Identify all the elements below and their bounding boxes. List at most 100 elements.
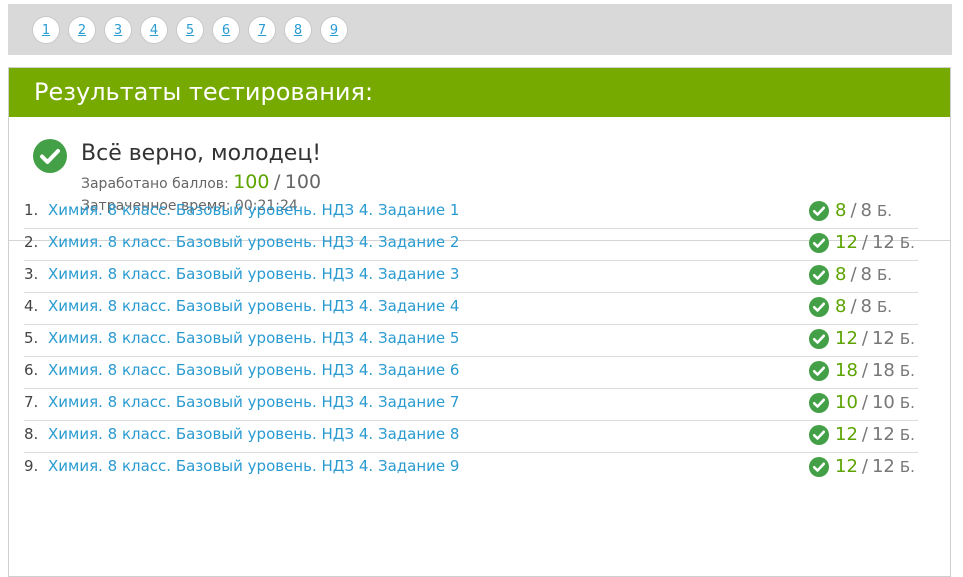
task-link[interactable]: Химия. 8 класс. Базовый уровень. НДЗ 4. … — [48, 297, 459, 315]
task-score-max: 8 — [860, 200, 872, 221]
task-row: 8. Химия. 8 класс. Базовый уровень. НДЗ 4… — [24, 421, 918, 453]
task-number: 1. — [24, 201, 39, 219]
task-row: 7. Химия. 8 класс. Базовый уровень. НДЗ 4… — [24, 389, 918, 421]
task-number: 7. — [24, 393, 39, 411]
check-circle-icon — [809, 456, 829, 477]
task-score-earned: 8 — [835, 200, 847, 221]
task-link[interactable]: Химия. 8 класс. Базовый уровень. НДЗ 4. … — [48, 425, 459, 443]
task-score-earned: 10 — [835, 392, 858, 413]
task-score-earned: 12 — [835, 328, 858, 349]
task-score-separator: / — [861, 424, 868, 445]
score-line: Заработано баллов: 100 / 100 — [81, 171, 321, 193]
task-number: 5. — [24, 329, 39, 347]
task-number: 6. — [24, 361, 39, 379]
task-score-separator: / — [850, 200, 857, 221]
task-score-unit: Б. — [899, 393, 915, 412]
check-circle-icon — [809, 360, 829, 381]
task-score-separator: / — [861, 328, 868, 349]
task-score-separator: / — [850, 264, 857, 285]
check-circle-icon — [809, 392, 829, 413]
task-score: 12/12 Б. — [809, 328, 915, 349]
pagination-list: 1 2 3 4 5 6 7 8 9 — [32, 16, 348, 44]
task-number: 3. — [24, 265, 39, 283]
results-title: Результаты тестирования: — [9, 68, 950, 117]
task-score-max: 12 — [871, 328, 895, 349]
task-score-separator: / — [861, 456, 868, 477]
task-score-max: 12 — [871, 424, 895, 445]
score-separator: / — [273, 171, 281, 193]
task-score-unit: Б. — [899, 425, 915, 444]
task-score-earned: 8 — [835, 296, 847, 317]
task-row: 4. Химия. 8 класс. Базовый уровень. НДЗ 4… — [24, 293, 918, 325]
task-score-unit: Б. — [876, 265, 893, 284]
task-score-separator: / — [850, 296, 857, 317]
task-score-max: 18 — [871, 360, 895, 381]
task-score: 12/12 Б. — [809, 424, 915, 445]
task-link[interactable]: Химия. 8 класс. Базовый уровень. НДЗ 4. … — [48, 361, 459, 379]
task-number: 8. — [24, 425, 39, 443]
pagination-bar: 1 2 3 4 5 6 7 8 9 — [8, 4, 952, 55]
task-score-max: 10 — [871, 392, 895, 413]
task-row: 1. Химия. 8 класс. Базовый уровень. НДЗ 4… — [24, 197, 918, 229]
page-button-1[interactable]: 1 — [32, 16, 60, 44]
task-link[interactable]: Химия. 8 класс. Базовый уровень. НДЗ 4. … — [48, 265, 459, 283]
task-score-max: 8 — [860, 296, 872, 317]
task-link[interactable]: Химия. 8 класс. Базовый уровень. НДЗ 4. … — [48, 201, 459, 219]
score-label: Заработано баллов: — [81, 176, 229, 192]
page-button-3[interactable]: 3 — [104, 16, 132, 44]
task-score-earned: 12 — [835, 456, 858, 477]
check-circle-icon — [809, 424, 829, 445]
page-button-5[interactable]: 5 — [176, 16, 204, 44]
task-row: 3. Химия. 8 класс. Базовый уровень. НДЗ 4… — [24, 261, 918, 293]
task-score-earned: 8 — [835, 264, 847, 285]
check-circle-icon — [33, 139, 67, 173]
task-score: 8/8 Б. — [809, 296, 892, 317]
task-link[interactable]: Химия. 8 класс. Базовый уровень. НДЗ 4. … — [48, 457, 459, 475]
task-score-max: 12 — [871, 456, 895, 477]
task-score-earned: 12 — [835, 232, 858, 253]
task-link[interactable]: Химия. 8 класс. Базовый уровень. НДЗ 4. … — [48, 329, 459, 347]
task-number: 4. — [24, 297, 39, 315]
task-score: 8/8 Б. — [809, 200, 892, 221]
check-circle-icon — [809, 328, 829, 349]
task-row: 5. Химия. 8 класс. Базовый уровень. НДЗ 4… — [24, 325, 918, 357]
task-score-unit: Б. — [899, 457, 915, 476]
task-score-separator: / — [861, 360, 868, 381]
task-score-unit: Б. — [876, 297, 893, 316]
task-score-unit: Б. — [876, 201, 893, 220]
score-earned: 100 — [233, 171, 270, 193]
result-status: Всё верно, молодец! — [81, 141, 322, 166]
task-score: 10/10 Б. — [809, 392, 915, 413]
task-score-unit: Б. — [899, 329, 915, 348]
page-button-9[interactable]: 9 — [320, 16, 348, 44]
check-circle-icon — [809, 200, 829, 221]
task-list: 1. Химия. 8 класс. Базовый уровень. НДЗ 4… — [24, 197, 918, 484]
page-button-6[interactable]: 6 — [212, 16, 240, 44]
task-score-separator: / — [861, 232, 868, 253]
task-number: 2. — [24, 233, 39, 251]
task-score-max: 8 — [860, 264, 872, 285]
task-score: 18/18 Б. — [809, 360, 915, 381]
task-score-unit: Б. — [899, 361, 915, 380]
task-link[interactable]: Химия. 8 класс. Базовый уровень. НДЗ 4. … — [48, 393, 459, 411]
task-score: 12/12 Б. — [809, 456, 915, 477]
task-row: 9. Химия. 8 класс. Базовый уровень. НДЗ 4… — [24, 453, 918, 484]
task-score-max: 12 — [871, 232, 895, 253]
task-score-unit: Б. — [899, 233, 915, 252]
task-score: 12/12 Б. — [809, 232, 915, 253]
check-circle-icon — [809, 264, 829, 285]
score-total: 100 — [284, 171, 322, 193]
task-row: 2. Химия. 8 класс. Базовый уровень. НДЗ 4… — [24, 229, 918, 261]
check-circle-icon — [809, 296, 829, 317]
page-button-7[interactable]: 7 — [248, 16, 276, 44]
page-button-2[interactable]: 2 — [68, 16, 96, 44]
task-row: 6. Химия. 8 класс. Базовый уровень. НДЗ 4… — [24, 357, 918, 389]
task-score-earned: 12 — [835, 424, 858, 445]
task-score: 8/8 Б. — [809, 264, 892, 285]
task-number: 9. — [24, 457, 39, 475]
page-button-4[interactable]: 4 — [140, 16, 168, 44]
task-link[interactable]: Химия. 8 класс. Базовый уровень. НДЗ 4. … — [48, 233, 459, 251]
task-score-separator: / — [861, 392, 868, 413]
check-circle-icon — [809, 232, 829, 253]
page-button-8[interactable]: 8 — [284, 16, 312, 44]
